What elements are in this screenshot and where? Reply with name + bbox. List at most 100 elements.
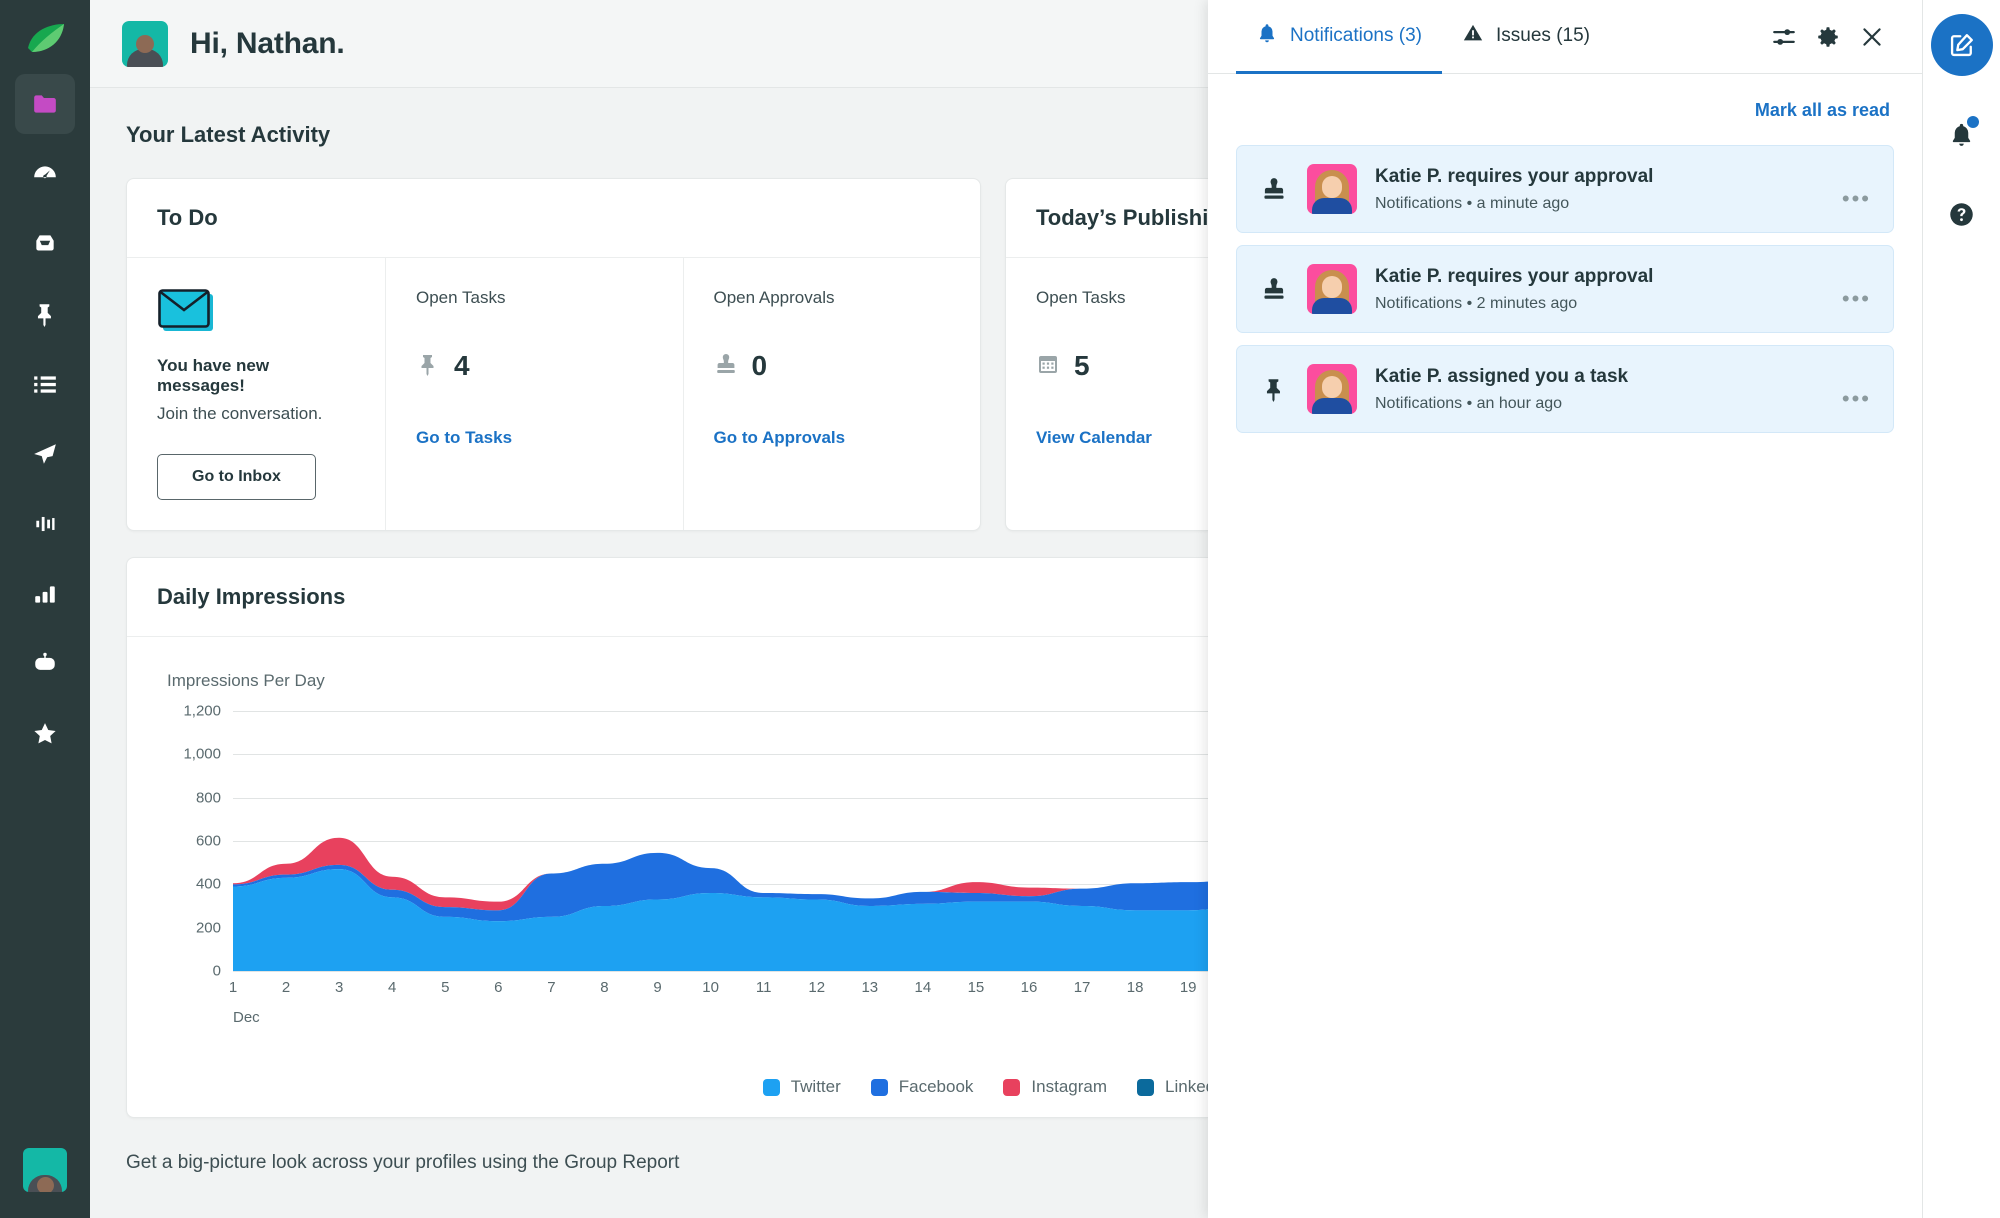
sidebar-item-inbox[interactable] bbox=[15, 214, 75, 274]
mark-all-row: Mark all as read bbox=[1208, 74, 1922, 121]
y-axis-tick: 200 bbox=[196, 919, 221, 936]
notification-text: Katie P. requires your approval Notificat… bbox=[1375, 266, 1824, 313]
open-tasks-value-row: 4 bbox=[416, 350, 653, 382]
mark-all-as-read-link[interactable]: Mark all as read bbox=[1755, 100, 1890, 121]
filter-settings-button[interactable] bbox=[1762, 15, 1806, 59]
legend-item-facebook[interactable]: Facebook bbox=[871, 1077, 974, 1097]
pin-icon bbox=[1259, 376, 1289, 402]
open-approvals-value-row: 0 bbox=[714, 350, 951, 382]
todo-card: To Do You have new messages! bbox=[126, 178, 981, 531]
notification-item[interactable]: Katie P. assigned you a taskNotification… bbox=[1236, 345, 1894, 433]
notification-avatar bbox=[1307, 364, 1357, 414]
x-axis-tick: 1 bbox=[229, 979, 237, 996]
tab-issues-label: Issues (15) bbox=[1496, 25, 1590, 47]
help-button[interactable] bbox=[1940, 192, 1984, 236]
notification-meta: Notifications • 2 minutes ago bbox=[1375, 295, 1824, 313]
tab-issues[interactable]: Issues (15) bbox=[1442, 0, 1610, 74]
sidebar-item-bots[interactable] bbox=[15, 634, 75, 694]
legend-swatch bbox=[871, 1079, 888, 1096]
notification-avatar bbox=[1307, 264, 1357, 314]
avatar-face bbox=[1322, 276, 1342, 298]
sidebar-user-avatar[interactable] bbox=[23, 1148, 67, 1192]
avatar-shirt bbox=[1312, 198, 1352, 214]
y-axis-tick: 400 bbox=[196, 876, 221, 893]
x-axis-tick: 12 bbox=[808, 979, 825, 996]
x-axis-tick: 11 bbox=[756, 979, 772, 996]
notification-more-button[interactable]: ••• bbox=[1842, 386, 1871, 412]
utility-rail bbox=[1922, 0, 2000, 1218]
compose-button[interactable] bbox=[1931, 14, 1993, 76]
x-axis-tick: 15 bbox=[968, 979, 985, 996]
bell-icon bbox=[1256, 22, 1278, 50]
inbox-cell: You have new messages! Join the conversa… bbox=[127, 258, 385, 530]
notification-title: Katie P. assigned you a task bbox=[1375, 366, 1824, 388]
legend-label: Twitter bbox=[791, 1077, 841, 1097]
notification-item[interactable]: Katie P. requires your approval Notificat… bbox=[1236, 245, 1894, 333]
notifications-bell-button[interactable] bbox=[1940, 112, 1984, 156]
notification-badge-dot bbox=[1967, 116, 1979, 128]
x-axis-tick: 2 bbox=[282, 979, 290, 996]
tab-notifications[interactable]: Notifications (3) bbox=[1236, 0, 1442, 74]
primary-sidebar bbox=[0, 0, 90, 1218]
todo-card-body: You have new messages! Join the conversa… bbox=[127, 258, 980, 530]
open-approvals-count: 0 bbox=[752, 350, 768, 382]
sidebar-item-publishing[interactable] bbox=[15, 284, 75, 344]
avatar-face bbox=[1322, 376, 1342, 398]
x-axis-tick: 7 bbox=[547, 979, 555, 996]
notification-title: Katie P. requires your approval bbox=[1375, 266, 1824, 288]
notification-text: Katie P. requires your approvalNotificat… bbox=[1375, 166, 1824, 213]
go-to-inbox-button[interactable]: Go to Inbox bbox=[157, 454, 316, 500]
page-title: Hi, Nathan. bbox=[190, 27, 344, 61]
inbox-subtext: Join the conversation. bbox=[157, 404, 355, 424]
y-axis-tick: 600 bbox=[196, 833, 221, 850]
legend-label: Instagram bbox=[1031, 1077, 1107, 1097]
notification-item[interactable]: Katie P. requires your approvalNotificat… bbox=[1236, 145, 1894, 233]
avatar-head bbox=[37, 1177, 54, 1192]
go-to-tasks-link[interactable]: Go to Tasks bbox=[416, 428, 512, 448]
y-axis-tick: 800 bbox=[196, 789, 221, 806]
notifications-panel: Notifications (3) Issues (15) bbox=[1208, 0, 1922, 1218]
publishing-open-tasks-count: 5 bbox=[1074, 350, 1090, 382]
legend-swatch bbox=[1137, 1079, 1154, 1096]
go-to-approvals-link[interactable]: Go to Approvals bbox=[714, 428, 846, 448]
warning-icon bbox=[1462, 22, 1484, 50]
open-approvals-cell: Open Approvals 0 Go to App bbox=[683, 258, 981, 530]
open-tasks-label: Open Tasks bbox=[416, 288, 653, 308]
close-panel-button[interactable] bbox=[1850, 15, 1894, 59]
y-axis-tick: 1,000 bbox=[183, 746, 221, 763]
y-axis-tick: 0 bbox=[213, 963, 221, 980]
x-axis-tick: 8 bbox=[600, 979, 608, 996]
sidebar-item-listening[interactable] bbox=[15, 494, 75, 554]
notification-more-button[interactable]: ••• bbox=[1842, 286, 1871, 312]
app-root: Hi, Nathan. Your Latest Activity To Do bbox=[0, 0, 2000, 1218]
x-axis-tick: 16 bbox=[1021, 979, 1038, 996]
x-axis-tick: 19 bbox=[1180, 979, 1197, 996]
x-axis-tick: 14 bbox=[915, 979, 932, 996]
legend-item-instagram[interactable]: Instagram bbox=[1003, 1077, 1107, 1097]
x-axis-tick: 4 bbox=[388, 979, 396, 996]
legend-item-twitter[interactable]: Twitter bbox=[763, 1077, 841, 1097]
x-axis-tick: 10 bbox=[702, 979, 719, 996]
sidebar-item-send[interactable] bbox=[15, 424, 75, 484]
profile-avatar[interactable] bbox=[122, 21, 168, 67]
sidebar-item-folder[interactable] bbox=[15, 74, 75, 134]
sidebar-item-tasks[interactable] bbox=[15, 354, 75, 414]
x-axis-tick: 6 bbox=[494, 979, 502, 996]
settings-button[interactable] bbox=[1806, 15, 1850, 59]
sidebar-item-reviews[interactable] bbox=[15, 704, 75, 764]
x-axis-tick: 13 bbox=[861, 979, 878, 996]
sprout-leaf-logo-icon[interactable] bbox=[22, 18, 68, 64]
view-calendar-link[interactable]: View Calendar bbox=[1036, 428, 1152, 448]
avatar-shirt bbox=[1312, 398, 1352, 414]
sidebar-item-dashboard[interactable] bbox=[15, 144, 75, 204]
avatar-head bbox=[136, 35, 154, 53]
open-tasks-cell: Open Tasks 4 Go to Tasks bbox=[385, 258, 683, 530]
notification-title: Katie P. requires your approval bbox=[1375, 166, 1824, 188]
x-axis-tick: 17 bbox=[1074, 979, 1091, 996]
x-axis-tick: 5 bbox=[441, 979, 449, 996]
notification-more-button[interactable]: ••• bbox=[1842, 186, 1871, 212]
stamp-icon bbox=[1259, 276, 1289, 302]
sidebar-item-reports[interactable] bbox=[15, 564, 75, 624]
todo-card-title: To Do bbox=[127, 179, 980, 258]
notification-text: Katie P. assigned you a taskNotification… bbox=[1375, 366, 1824, 413]
